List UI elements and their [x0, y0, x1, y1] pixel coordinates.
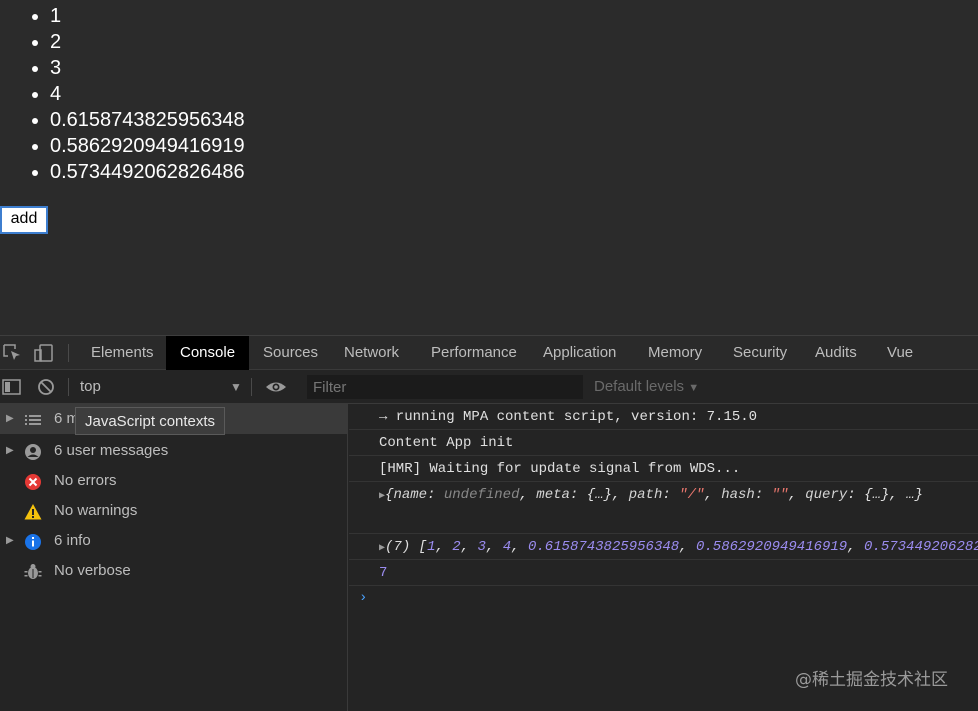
tab-sources[interactable]: Sources: [249, 336, 332, 370]
console-object-message[interactable]: ▶{name: undefined, meta: {…}, path: "/",…: [349, 482, 978, 534]
clear-console-icon[interactable]: [37, 378, 57, 396]
tab-elements[interactable]: Elements: [77, 336, 168, 370]
sidebar-item-user-messages[interactable]: ▶ 6 user messages: [0, 436, 347, 466]
inspect-element-icon[interactable]: [3, 344, 23, 362]
tab-application[interactable]: Application: [529, 336, 630, 370]
bug-icon: [24, 562, 42, 580]
warning-icon: [24, 502, 42, 520]
eye-icon[interactable]: [264, 378, 288, 396]
devtools-panel: Elements Console Sources Network Perform…: [0, 335, 978, 711]
tab-security[interactable]: Security: [719, 336, 801, 370]
sidebar-item-label: 6 user messages: [54, 442, 169, 459]
user-icon: [24, 442, 42, 460]
console-array-message[interactable]: ▶(7) [1, 2, 3, 4, 0.6158743825956348, 0.…: [349, 534, 978, 560]
tabbar-divider: [68, 344, 69, 362]
context-dropdown-icon[interactable]: ▼: [230, 370, 242, 404]
tab-performance[interactable]: Performance: [417, 336, 531, 370]
list-item: 0.6158743825956348: [50, 107, 245, 133]
tooltip: JavaScript contexts: [75, 407, 226, 435]
console-message: Content App init: [349, 430, 978, 456]
expand-arrow-icon[interactable]: ▶: [6, 436, 14, 466]
info-icon: [24, 532, 42, 550]
console-prompt-icon[interactable]: ›: [359, 590, 367, 606]
console-result: 7: [349, 560, 978, 586]
list-icon: [24, 410, 42, 428]
sidebar-item-errors[interactable]: No errors: [0, 466, 347, 496]
toolbar-divider: [68, 378, 69, 396]
add-button[interactable]: add: [0, 206, 48, 234]
device-toolbar-icon[interactable]: [34, 344, 54, 362]
list-item: 0.5734492062826486: [50, 159, 245, 185]
console-toolbar: top ▼ Default levels ▼: [0, 370, 978, 404]
list-item: 4: [50, 81, 245, 107]
tab-network[interactable]: Network: [330, 336, 413, 370]
page-content: 1 2 3 4 0.6158743825956348 0.58629209494…: [0, 0, 978, 335]
tab-memory[interactable]: Memory: [634, 336, 716, 370]
sidebar-toggle-icon[interactable]: [2, 378, 22, 396]
sidebar-item-label: No errors: [54, 472, 117, 489]
log-levels-label: Default levels: [594, 378, 685, 395]
context-selector[interactable]: top: [80, 370, 101, 404]
sidebar-item-verbose[interactable]: No verbose: [0, 556, 347, 586]
console-message: [HMR] Waiting for update signal from WDS…: [349, 456, 978, 482]
filter-input[interactable]: [307, 375, 583, 399]
console-message: → running MPA content script, version: 7…: [349, 404, 978, 430]
sidebar-item-info[interactable]: ▶ 6 info: [0, 526, 347, 556]
console-sidebar: ▶ 6 m JavaScript contexts ▶ 6 user messa…: [0, 404, 348, 711]
toolbar-divider: [251, 378, 252, 396]
list-item: 2: [50, 29, 245, 55]
add-button-label: add: [10, 210, 38, 227]
error-icon: [24, 472, 42, 490]
devtools-tabbar: Elements Console Sources Network Perform…: [0, 335, 978, 370]
chevron-down-icon: ▼: [688, 382, 700, 394]
watermark: @稀土掘金技术社区: [795, 670, 948, 690]
tab-vue[interactable]: Vue: [873, 336, 927, 370]
expand-arrow-icon[interactable]: ▶: [6, 404, 14, 434]
sidebar-item-messages[interactable]: ▶ 6 m JavaScript contexts: [0, 404, 347, 435]
expand-arrow-icon[interactable]: ▶: [6, 526, 14, 556]
tab-console[interactable]: Console: [166, 336, 249, 370]
list-item: 1: [50, 3, 245, 29]
list-item: 0.5862920949416919: [50, 133, 245, 159]
sidebar-item-warnings[interactable]: No warnings: [0, 496, 347, 526]
number-list: 1 2 3 4 0.6158743825956348 0.58629209494…: [0, 3, 245, 185]
sidebar-item-label: No warnings: [54, 502, 138, 519]
sidebar-item-label: No verbose: [54, 562, 131, 579]
list-item: 3: [50, 55, 245, 81]
sidebar-item-label: 6 info: [54, 532, 91, 549]
log-levels-dropdown[interactable]: Default levels ▼: [594, 370, 699, 404]
tab-audits[interactable]: Audits: [801, 336, 871, 370]
